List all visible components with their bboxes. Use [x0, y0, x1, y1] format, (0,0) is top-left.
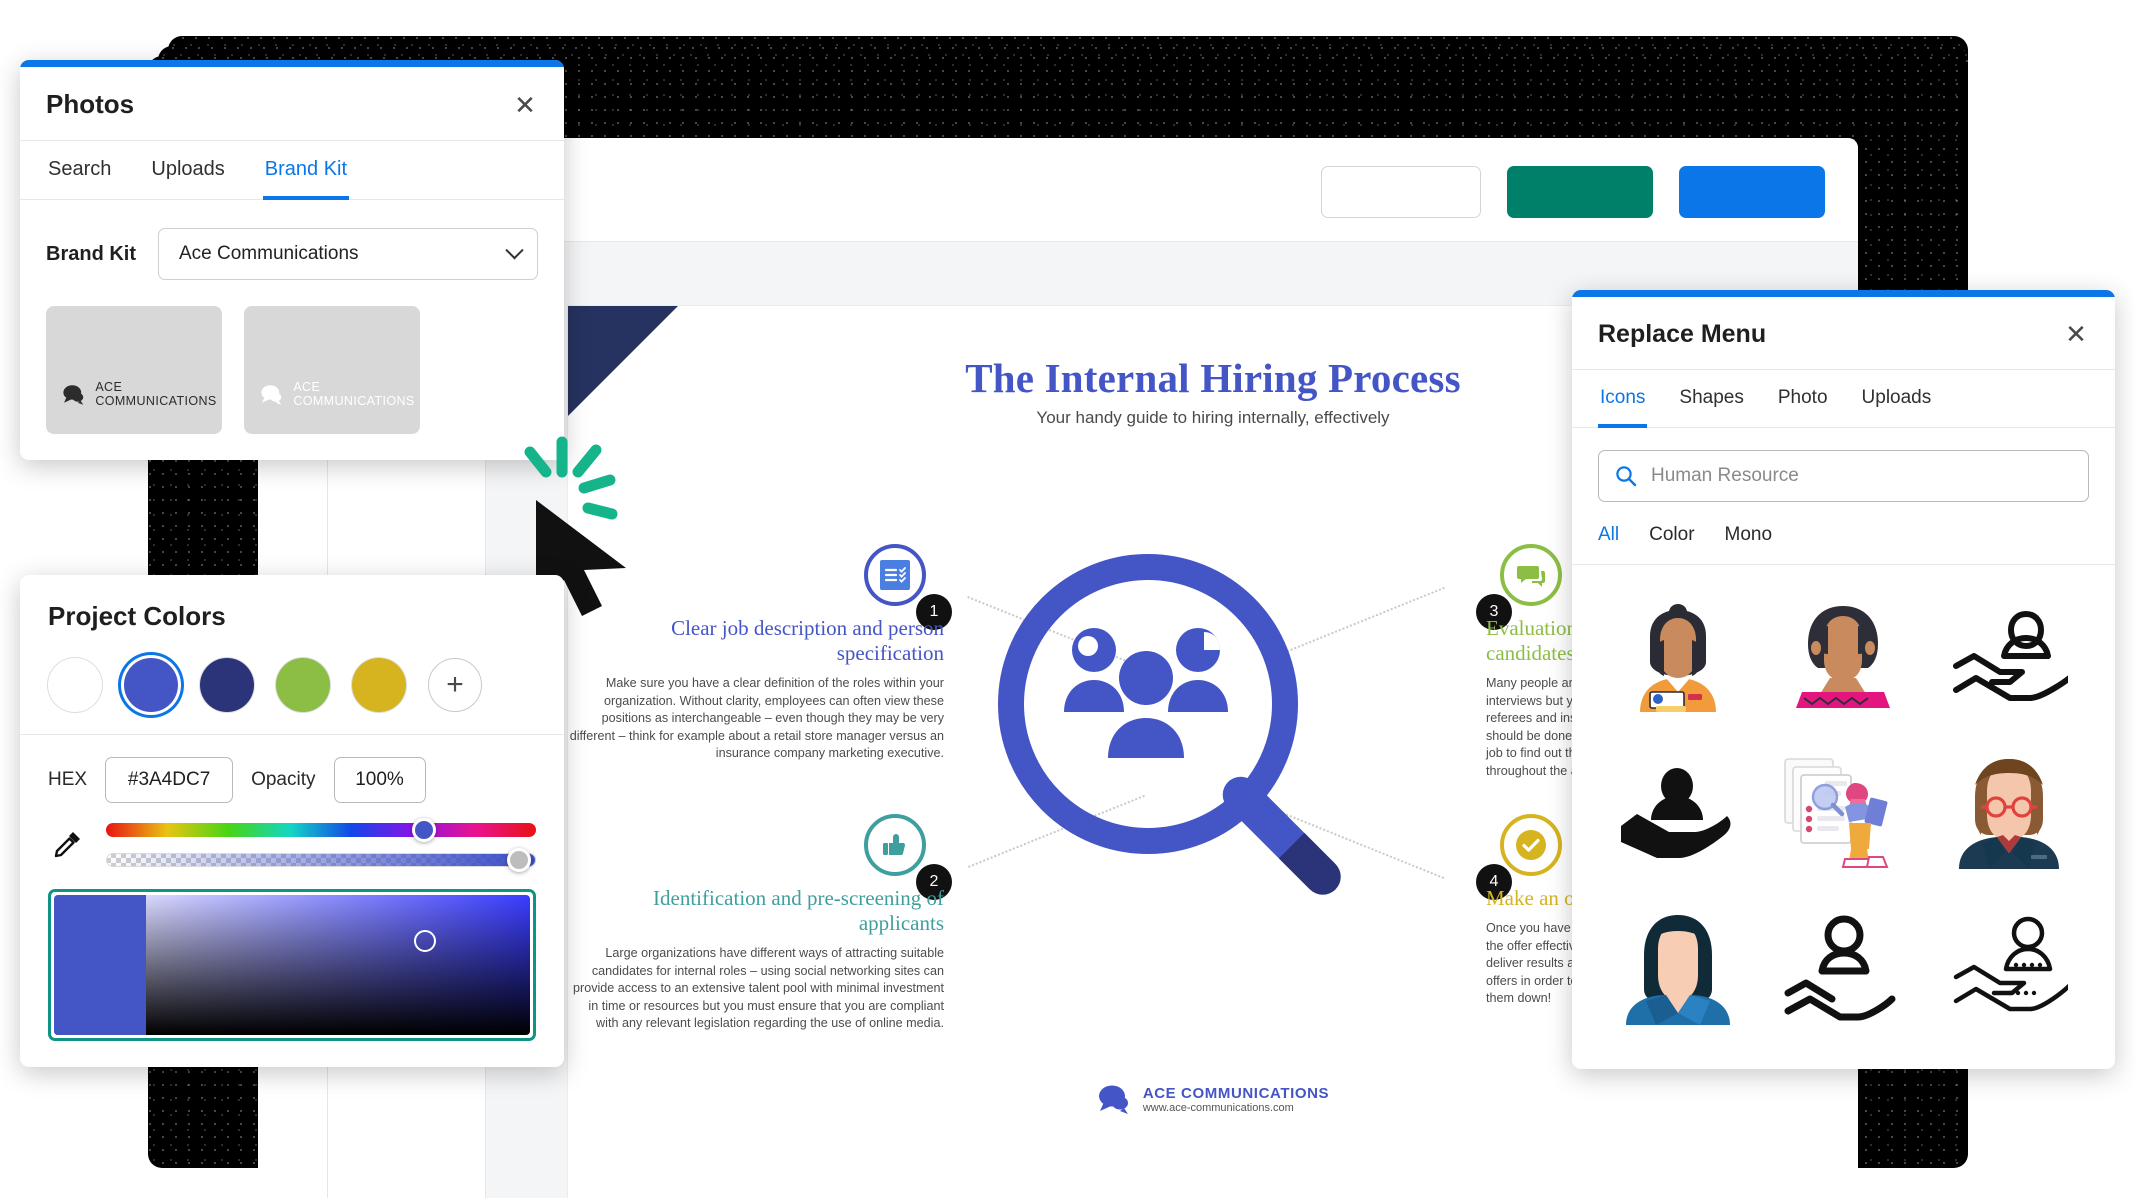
icon-filters: All Color Mono [1572, 502, 2115, 546]
search-area: Human Resource [1572, 428, 2115, 502]
brand-kit-thumbnail-dark[interactable]: ACE COMMUNICATIONS [46, 306, 222, 434]
toolbar-ghost-button[interactable] [1321, 166, 1481, 218]
footer-url: www.ace-communications.com [1142, 1101, 1294, 1114]
saturation-value-knob[interactable] [414, 930, 437, 953]
search-input-value: Human Resource [1651, 465, 1799, 486]
hex-input[interactable]: #3A4DC7 [105, 757, 234, 803]
replace-menu-panel: Replace Menu ✕ Icons Shapes Photo Upload… [1572, 290, 2115, 1069]
project-colors-title: Project Colors [48, 601, 226, 631]
magnifying-glass-people-icon [998, 554, 1358, 954]
step-4-icon-circle [1500, 814, 1562, 876]
speech-bubble-logo-icon [63, 384, 84, 405]
search-input[interactable]: Human Resource [1598, 450, 2089, 502]
tab-search[interactable]: Search [46, 141, 113, 200]
project-colors-panel: Project Colors + HEX #3A4DC7 Opacity 100… [20, 575, 564, 1067]
infographic-footer: ACE COMMUNICATIONS www.ace-communication… [568, 1084, 1858, 1114]
saturation-value-picker[interactable] [48, 889, 536, 1041]
close-icon[interactable]: ✕ [510, 90, 540, 120]
toolbar-green-button[interactable] [1507, 166, 1653, 218]
replace-menu-header: Replace Menu ✕ [1572, 297, 2115, 370]
brand-kit-thumbnails: ACE COMMUNICATIONS ACE COMMUNICATIONS [20, 280, 564, 460]
checklist-icon [880, 560, 910, 590]
photos-panel-tabs: Search Uploads Brand Kit [20, 141, 564, 200]
step-1-icon-circle [864, 544, 926, 606]
brand-kit-select[interactable]: Ace Communications [158, 228, 538, 280]
replace-menu-title: Replace Menu [1598, 319, 1767, 348]
tab-brand-kit[interactable]: Brand Kit [262, 141, 350, 200]
brand-kit-thumbnail-label: ACE COMMUNICATIONS [293, 380, 415, 408]
step-2-icon-circle [864, 814, 926, 876]
chevron-down-icon [505, 240, 524, 259]
hue-slider[interactable] [106, 818, 536, 842]
opacity-label: Opacity [251, 769, 316, 790]
hand-holding-person-dotted-icon[interactable] [1929, 893, 2089, 1043]
color-swatch-green[interactable] [276, 658, 330, 712]
color-swatch-navy[interactable] [200, 658, 254, 712]
add-color-button[interactable]: + [428, 658, 482, 712]
brand-kit-thumbnail-light[interactable]: ACE COMMUNICATIONS [244, 306, 420, 434]
speech-bubbles-icon [1517, 566, 1545, 587]
tab-shapes[interactable]: Shapes [1677, 370, 1745, 428]
photos-panel-header: Photos ✕ [20, 67, 564, 141]
hand-holding-person-outline-icon[interactable] [1929, 581, 2089, 731]
step-2-heading: Identification and pre-screening of appl… [653, 886, 944, 935]
check-circle-icon [1516, 830, 1546, 860]
eyedropper-icon[interactable] [48, 823, 88, 867]
step-1-body: Make sure you have a clear definition of… [569, 676, 944, 760]
filter-all[interactable]: All [1598, 524, 1619, 546]
tab-uploads[interactable]: Uploads [149, 141, 226, 200]
color-swatch-white[interactable] [48, 658, 102, 712]
tab-photo[interactable]: Photo [1776, 370, 1830, 428]
hex-label: HEX [48, 769, 88, 790]
person-reviewing-documents-color-icon[interactable] [1764, 737, 1924, 887]
brand-kit-label: Brand Kit [46, 242, 136, 265]
project-colors-swatches: + [20, 632, 564, 722]
hand-holding-person-solid-icon[interactable] [1598, 737, 1758, 887]
businesswoman-bob-color-icon[interactable] [1598, 893, 1758, 1043]
step-2-body: Large organizations have different ways … [573, 946, 944, 1030]
person-badge-color-icon[interactable] [1598, 581, 1758, 731]
step-3-icon-circle [1500, 544, 1562, 606]
brand-kit-row: Brand Kit Ace Communications [20, 200, 564, 280]
filter-mono[interactable]: Mono [1725, 524, 1773, 546]
color-swatch-gold[interactable] [352, 658, 406, 712]
color-sliders [20, 803, 564, 872]
thumbs-up-icon [883, 834, 906, 856]
brand-kit-selected-value: Ace Communications [179, 243, 359, 264]
replace-menu-tabs: Icons Shapes Photo Uploads [1572, 370, 2115, 428]
alpha-slider[interactable] [106, 848, 536, 872]
close-icon[interactable]: ✕ [2061, 319, 2091, 349]
replace-menu-accent-bar [1572, 290, 2115, 297]
filter-color[interactable]: Color [1649, 524, 1694, 546]
businesswoman-glasses-color-icon[interactable] [1929, 737, 2089, 887]
speech-bubble-logo-icon [261, 384, 282, 405]
opacity-input[interactable]: 100% [333, 757, 426, 803]
tab-uploads[interactable]: Uploads [1860, 370, 1934, 428]
photos-panel-title: Photos [46, 89, 135, 119]
speech-bubble-logo-icon [1098, 1085, 1128, 1114]
color-swatch-blue-selected[interactable] [124, 658, 178, 712]
toolbar-blue-button[interactable] [1679, 166, 1825, 218]
photos-panel: Photos ✕ Search Uploads Brand Kit Brand … [20, 60, 564, 460]
screen-root: The Internal Hiring Process Your handy g… [0, 0, 2135, 1200]
footer-brand-name: ACE COMMUNICATIONS [1142, 1084, 1330, 1102]
person-pink-top-color-icon[interactable] [1764, 581, 1924, 731]
person-over-hand-outline-icon[interactable] [1764, 893, 1924, 1043]
hue-slider-knob[interactable] [412, 818, 437, 842]
current-color-preview [54, 895, 146, 1035]
icon-results-grid [1572, 565, 2115, 1069]
photos-panel-accent-bar [20, 60, 564, 67]
hex-opacity-row: HEX #3A4DC7 Opacity 100% [20, 735, 564, 803]
search-icon [1616, 466, 1637, 487]
step-1-heading: Clear job description and person specifi… [671, 616, 944, 665]
tab-icons[interactable]: Icons [1598, 370, 1648, 428]
alpha-slider-knob[interactable] [506, 848, 531, 872]
brand-kit-thumbnail-label: ACE COMMUNICATIONS [95, 380, 217, 408]
